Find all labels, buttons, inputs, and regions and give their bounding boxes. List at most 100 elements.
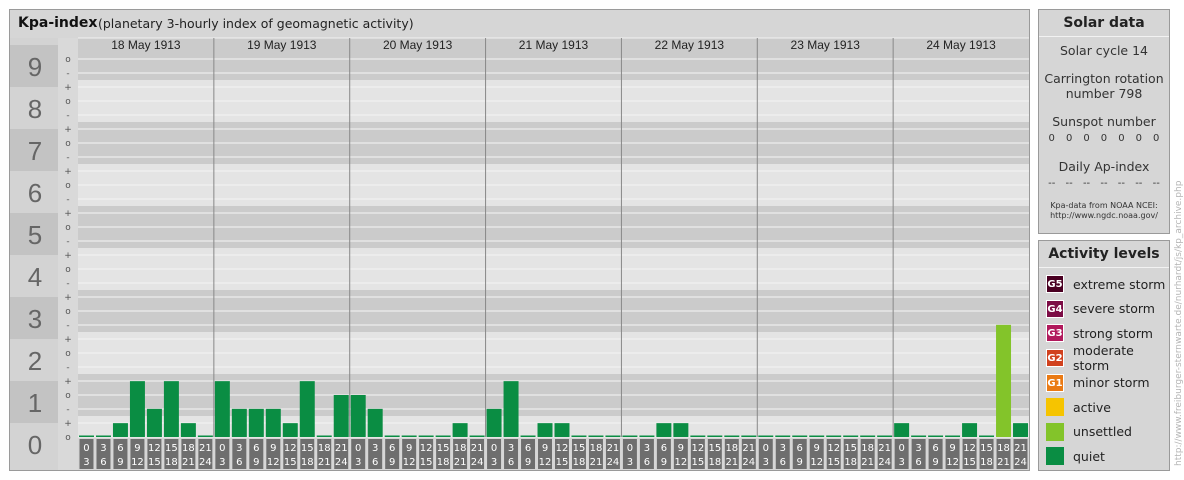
data-credit-link[interactable]: http://www.ngdc.noaa.gov/ [1039, 211, 1169, 221]
kp-bar [214, 381, 230, 437]
legend-item-unsettled: unsettled [1039, 420, 1169, 445]
g4-swatch: G4 [1046, 299, 1064, 318]
legend-item-g4: G4 severe storm [1039, 297, 1169, 322]
time-slot-end: 12 [946, 457, 959, 468]
time-slot-start: 3 [508, 443, 514, 454]
time-slot-end: 3 [627, 457, 633, 468]
legend-item-g3: G3 strong storm [1039, 321, 1169, 346]
time-slot-end: 9 [253, 457, 259, 468]
kp-bar [333, 395, 349, 437]
time-slot-start: 0 [627, 443, 633, 454]
kp-bar [248, 408, 264, 437]
time-slot-end: 9 [932, 457, 938, 468]
kp-bar [520, 435, 536, 437]
time-slot-start: 15 [980, 443, 993, 454]
day-label: 22 May 1913 [655, 38, 725, 52]
time-slot-start: 0 [355, 443, 361, 454]
legend-label: moderate storm [1073, 343, 1134, 374]
y-sublevel-label: o [65, 265, 71, 275]
legend-label: minor storm [1073, 375, 1150, 391]
time-slot-start: 9 [949, 443, 955, 454]
time-slot-end: 21 [318, 457, 331, 468]
g5-swatch: G5 [1046, 275, 1064, 294]
y-sublevel-label: - [66, 69, 69, 79]
kp-chart: 0123456789o+-o+-o+-o+-o+-o+-o+-o+-o+-o18… [10, 10, 1029, 470]
time-slot-end: 21 [454, 457, 467, 468]
time-slot-start: 3 [236, 443, 242, 454]
legend-item-g1: G1 minor storm [1039, 370, 1169, 395]
kp-bar [741, 435, 757, 437]
g1-swatch: G1 [1046, 373, 1064, 392]
activity-levels-panel: Activity levels G5 extreme storm G4 seve… [1038, 240, 1170, 471]
kp-bar [554, 423, 570, 437]
time-slot-start: 21 [199, 443, 212, 454]
kp-bar [877, 435, 893, 437]
kp-bar [826, 435, 842, 437]
quiet-swatch [1046, 447, 1064, 466]
time-slot-end: 9 [389, 457, 395, 468]
ap-value: -- [1117, 178, 1125, 189]
ap-value: -- [1152, 178, 1160, 189]
time-slot-end: 3 [491, 457, 497, 468]
ap-index-values: -- -- -- -- -- -- -- [1039, 178, 1169, 189]
y-sublevel-label: o [65, 433, 71, 443]
y-sublevel-label: + [64, 167, 72, 177]
kp-bar [180, 423, 196, 437]
time-slot-start: 18 [454, 443, 467, 454]
y-sublevel-label: - [66, 111, 69, 121]
time-slot-end: 24 [335, 457, 348, 468]
y-sublevel-label: o [65, 349, 71, 359]
sunspot-value: 0 [1065, 133, 1073, 144]
time-slot-end: 12 [403, 457, 416, 468]
time-slot-end: 18 [301, 457, 314, 468]
chart-title: Kpa-index [18, 15, 98, 31]
y-sublevel-label: - [66, 321, 69, 331]
time-slot-end: 21 [997, 457, 1010, 468]
sunspot-value: 0 [1135, 133, 1142, 144]
time-slot-start: 9 [134, 443, 140, 454]
time-slot-start: 15 [301, 443, 314, 454]
time-slot-start: 6 [389, 443, 395, 454]
legend-label: severe storm [1073, 301, 1155, 317]
y-tick-label: 0 [28, 430, 42, 460]
kp-bar [79, 435, 94, 437]
y-sublevel-label: - [66, 195, 69, 205]
kp-bar [486, 408, 502, 437]
source-url-vertical: http://www.freiburger-sternwarte.de/nurh… [1174, 180, 1184, 466]
carrington-line-1: Carrington rotation [1044, 71, 1164, 86]
legend-item-quiet: quiet [1039, 444, 1169, 469]
time-slot-end: 3 [763, 457, 769, 468]
time-slot-start: 12 [148, 443, 161, 454]
kp-bar [231, 408, 247, 437]
time-slot-end: 3 [898, 457, 904, 468]
time-slot-start: 18 [590, 443, 603, 454]
time-slot-start: 9 [814, 443, 820, 454]
y-tick-label: 4 [28, 262, 42, 292]
time-slot-end: 24 [878, 457, 891, 468]
kp-bar [503, 381, 519, 437]
time-slot-end: 15 [963, 457, 976, 468]
time-slot-start: 15 [165, 443, 178, 454]
kp-bar [809, 435, 825, 437]
ap-value: -- [1100, 178, 1108, 189]
ap-value: -- [1065, 178, 1073, 189]
kp-bar [163, 381, 179, 437]
ap-value: -- [1048, 178, 1056, 189]
time-slot-start: 18 [725, 443, 738, 454]
time-slot-start: 3 [372, 443, 378, 454]
kp-bar [435, 435, 451, 437]
kp-bar [894, 423, 910, 437]
time-slot-start: 0 [898, 443, 904, 454]
time-slot-start: 12 [284, 443, 297, 454]
legend-item-active: active [1039, 395, 1169, 420]
sunspot-value: 0 [1048, 133, 1055, 144]
kp-bar [588, 435, 604, 437]
kp-bar [265, 408, 281, 437]
kp-bar [792, 435, 808, 437]
y-sublevel-label: - [66, 279, 69, 289]
legend-item-g2: G2 moderate storm [1039, 343, 1169, 374]
time-slot-start: 9 [406, 443, 412, 454]
kp-bar [996, 324, 1012, 437]
y-sublevel-label: - [66, 153, 69, 163]
time-slot-start: 3 [915, 443, 921, 454]
